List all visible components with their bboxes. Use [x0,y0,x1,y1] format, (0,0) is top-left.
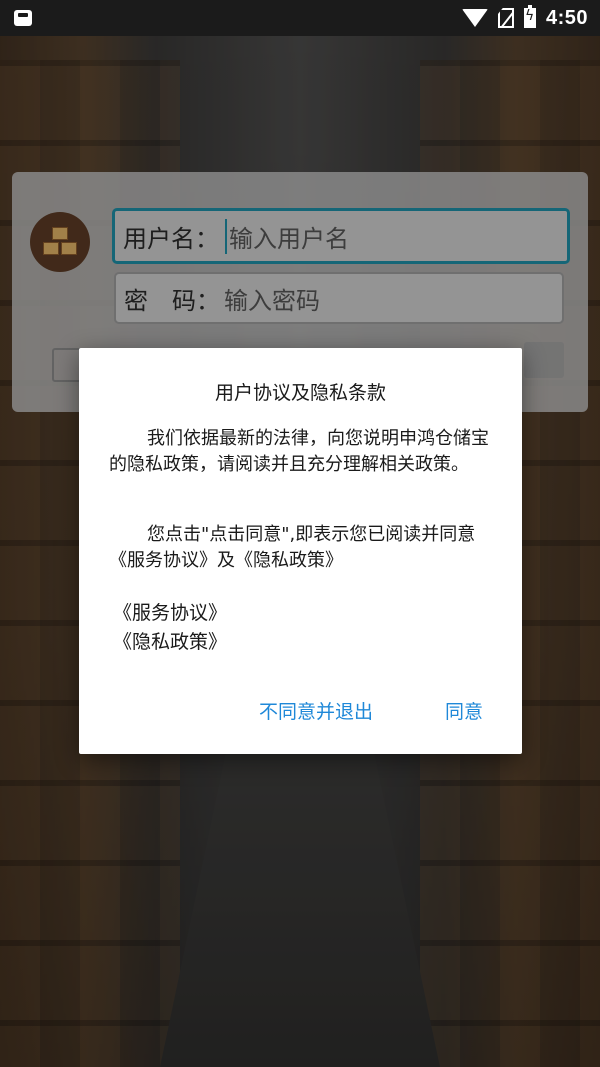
dialog-paragraph-2-text: 您点击"点击同意",即表示您已阅读并同意《服务协议》及《隐私政策》 [109,524,476,571]
agree-button[interactable]: 同意 [445,697,483,724]
dialog-title: 用户协议及隐私条款 [214,382,386,404]
notification-icon [14,10,32,26]
dialog-paragraph-2: 您点击"点击同意",即表示您已阅读并同意《服务协议》及《隐私政策》 [109,522,493,574]
service-agreement-link[interactable]: 《服务协议》 [113,598,227,625]
privacy-dialog: 用户协议及隐私条款 我们依据最新的法律，向您说明申鸿仓储宝的隐私政策，请阅读并且… [79,348,522,754]
dialog-paragraph-1-text: 我们依据最新的法律，向您说明申鸿仓储宝的隐私政策，请阅读并且充分理解相关政策。 [109,428,489,475]
battery-charging-icon [523,5,536,28]
status-time: 4:50 [545,6,588,29]
no-sim-icon [497,8,514,28]
privacy-policy-link[interactable]: 《隐私政策》 [113,627,227,654]
dialog-paragraph-1: 我们依据最新的法律，向您说明申鸿仓储宝的隐私政策，请阅读并且充分理解相关政策。 [109,426,493,478]
disagree-exit-button[interactable]: 不同意并退出 [259,697,373,724]
wifi-icon [461,9,488,27]
status-bar: 4:50 [0,0,600,36]
